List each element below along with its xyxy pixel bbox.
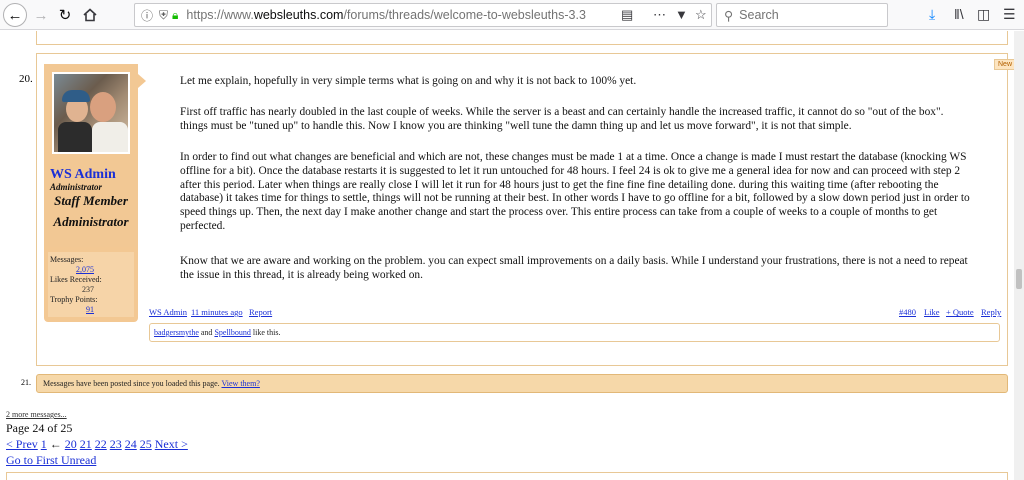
page-link-current[interactable]: 24	[125, 437, 137, 451]
page-link[interactable]: 22	[95, 437, 107, 451]
post-permalink[interactable]: #480	[899, 307, 916, 317]
sidebar-icon[interactable]: ◫	[977, 6, 990, 23]
user-stats: Messages: 2,075 Likes Received: 237 Trop…	[48, 252, 134, 317]
liker-link[interactable]: Spellbound	[214, 328, 250, 337]
bookmark-star-icon[interactable]: ☆	[695, 7, 707, 23]
notice-text: Messages have been posted since you load…	[43, 379, 220, 388]
avatar-hat	[62, 90, 90, 102]
reload-button[interactable]: ↻	[53, 3, 77, 27]
likes-label: Likes Received:	[50, 275, 102, 284]
page-actions-icon[interactable]: ⋯	[653, 7, 666, 23]
post-number: 20.	[19, 73, 33, 85]
like-link[interactable]: Like	[924, 307, 940, 317]
notice-number: 21.	[21, 378, 31, 387]
lock-icon[interactable]: 🔒︎	[172, 8, 178, 23]
trophy-count[interactable]: 91	[86, 305, 94, 314]
arrow-left-icon: ←	[7, 6, 23, 24]
arrow-right-icon: →	[33, 6, 49, 24]
home-icon	[83, 8, 97, 22]
first-unread-link[interactable]: Go to First Unread	[6, 453, 96, 468]
messages-count[interactable]: 2,075	[76, 265, 94, 274]
pagination: < Prev 1 ← 20 21 22 23 24 25 Next >	[6, 437, 188, 452]
post-author-link[interactable]: WS Admin	[149, 307, 187, 317]
download-icon[interactable]: ⤓	[929, 6, 935, 23]
avatar-person-1	[58, 122, 92, 152]
menu-icon[interactable]: ☰	[1003, 6, 1016, 23]
scrollbar[interactable]	[1014, 31, 1024, 480]
page-link[interactable]: 21	[80, 437, 92, 451]
user-info-panel: WS Admin Administrator Staff Member Admi…	[44, 64, 146, 322]
reload-icon: ↻	[58, 7, 72, 24]
likes-count: 237	[82, 285, 94, 294]
library-icon[interactable]: ‖\	[954, 6, 964, 22]
next-section-box	[6, 472, 1008, 480]
messages-label: Messages:	[50, 255, 84, 264]
search-bar[interactable]: ⚲ Search	[716, 3, 888, 27]
user-subtitle: Administrator	[50, 182, 103, 192]
reply-link[interactable]: Reply	[981, 307, 1001, 317]
quote-link[interactable]: + Quote	[946, 307, 974, 317]
page-link[interactable]: 23	[110, 437, 122, 451]
page-link[interactable]: 25	[140, 437, 152, 451]
shield-icon[interactable]: ⛨	[159, 8, 168, 23]
search-icon: ⚲	[724, 8, 734, 23]
likes-suffix: like this.	[252, 328, 281, 337]
message-paragraph: First off traffic has nearly doubled in …	[180, 106, 944, 132]
url-bar[interactable]: ⓘ ⛨ 🔒︎ https://www.websleuths.com/forums…	[134, 3, 712, 27]
message-paragraph: Let me explain, hopefully in very simple…	[180, 75, 637, 87]
next-page-link[interactable]: Next >	[155, 437, 188, 451]
url-text[interactable]: https://www.websleuths.com/forums/thread…	[186, 8, 586, 22]
forward-button[interactable]: →	[29, 3, 53, 27]
back-button[interactable]: ←	[3, 3, 27, 27]
username-link[interactable]: WS Admin	[50, 167, 116, 183]
page-indicator: Page 24 of 25	[6, 421, 73, 435]
message-paragraph: Know that we are aware and working on th…	[180, 255, 968, 281]
user-title-staff: Staff Member	[54, 193, 128, 208]
arrow-pointer	[138, 74, 146, 88]
page-link[interactable]: 20	[65, 437, 77, 451]
new-badge: New	[994, 59, 1017, 70]
message-paragraph: In order to find out what changes are be…	[180, 151, 970, 232]
avatar-person-2	[92, 122, 128, 152]
report-link[interactable]: Report	[249, 307, 272, 317]
prev-page-link[interactable]: < Prev	[6, 437, 38, 451]
likes-and: and	[200, 328, 213, 337]
likes-summary: badgersmythe and Spellbound like this.	[149, 323, 1000, 342]
search-placeholder: Search	[739, 8, 779, 22]
avatar-face-2	[90, 92, 116, 122]
scrollbar-thumb[interactable]	[1016, 269, 1022, 289]
reader-view-icon[interactable]: ▤	[621, 7, 633, 23]
liker-link[interactable]: badgersmythe	[154, 328, 199, 337]
user-title-admin: Administrator	[53, 214, 129, 229]
pocket-icon[interactable]: ▼	[675, 7, 688, 22]
new-messages-notice: Messages have been posted since you load…	[36, 374, 1008, 393]
home-button[interactable]	[78, 3, 102, 27]
info-icon[interactable]: ⓘ	[141, 7, 153, 24]
view-new-messages-link[interactable]: View them?	[221, 379, 259, 388]
avatar[interactable]	[52, 72, 130, 154]
page-link-first[interactable]: 1	[41, 437, 47, 451]
trophy-label: Trophy Points:	[50, 295, 98, 304]
more-messages-link[interactable]: 2 more messages...	[6, 410, 67, 419]
previous-post-box	[36, 31, 1008, 45]
post-time-link[interactable]: 11 minutes ago	[191, 307, 243, 317]
browser-toolbar: ← → ↻ ⓘ ⛨ 🔒︎ https://www.websleuths.com/…	[0, 0, 1024, 30]
pagination-jump[interactable]: ←	[50, 437, 62, 451]
